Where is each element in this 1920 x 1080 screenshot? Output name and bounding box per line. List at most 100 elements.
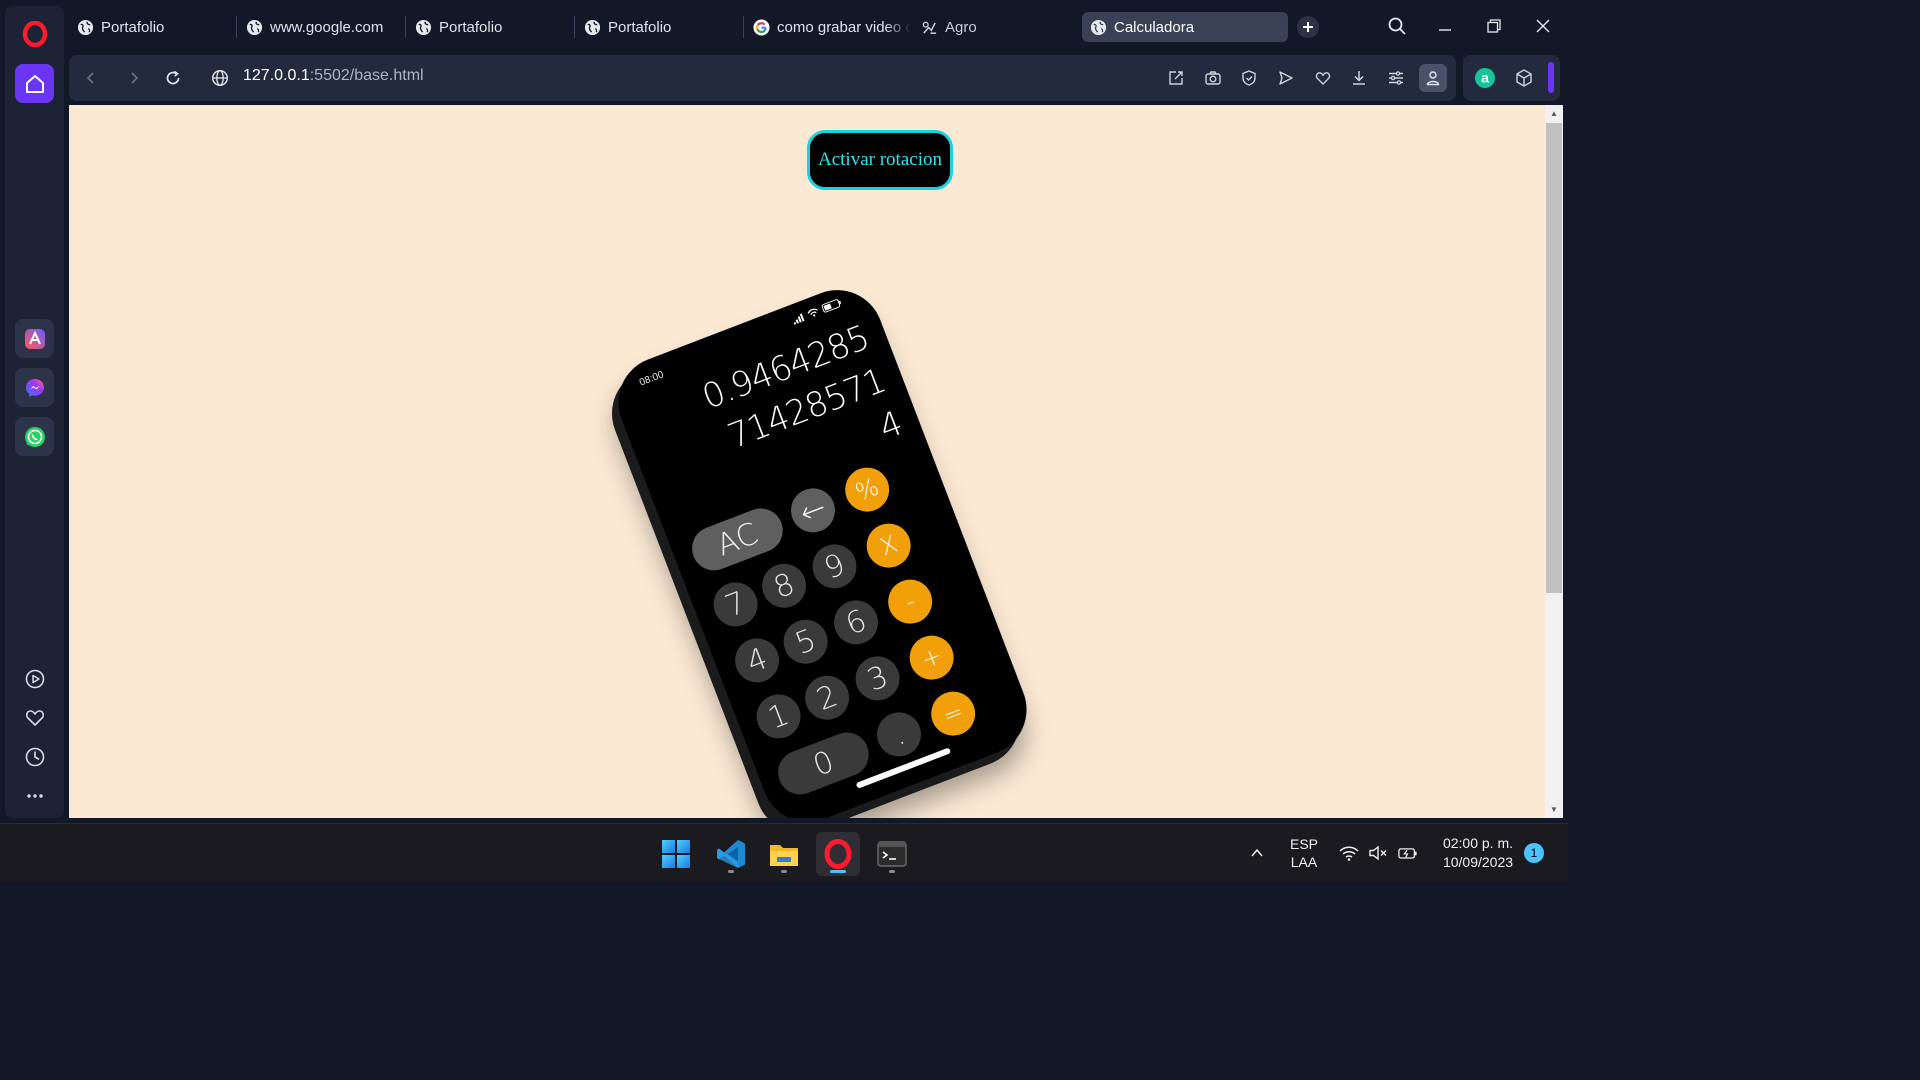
- minimize-icon: [1439, 29, 1451, 31]
- key-2[interactable]: 2: [798, 669, 856, 727]
- language-indicator[interactable]: ESP LAA: [1284, 836, 1324, 870]
- clock[interactable]: 02:00 p. m. 10/09/2023: [1430, 835, 1526, 870]
- tab-separator: [743, 16, 744, 38]
- tab-portafolio-3[interactable]: Portafolio: [576, 12, 742, 42]
- opera-logo-icon[interactable]: [15, 14, 54, 53]
- globe-icon: [415, 19, 432, 35]
- globe-icon: [77, 19, 94, 35]
- extensions-cube-icon[interactable]: [1512, 66, 1536, 90]
- reload-icon[interactable]: [161, 66, 185, 90]
- scroll-down-arrow-icon[interactable]: ▼: [1550, 805, 1558, 814]
- notification-badge[interactable]: 1: [1524, 843, 1544, 863]
- site-info-icon[interactable]: [208, 66, 232, 90]
- tab-label: Portafolio: [101, 18, 165, 36]
- opera-app[interactable]: [816, 832, 860, 876]
- restore-icon: [1487, 19, 1501, 33]
- search-tabs-button[interactable]: [1382, 12, 1412, 40]
- key-0[interactable]: 0: [771, 726, 876, 801]
- key-multiply[interactable]: X: [860, 517, 918, 575]
- terminal-app[interactable]: [870, 832, 914, 876]
- plus-icon: [1303, 22, 1313, 32]
- key-8[interactable]: 8: [755, 557, 813, 615]
- back-icon[interactable]: [79, 66, 103, 90]
- svg-text:a: a: [1481, 70, 1489, 86]
- tab-agro[interactable]: Agro: [913, 12, 1073, 42]
- tab-portafolio-2[interactable]: Portafolio: [407, 12, 573, 42]
- calculator-phone: 08:00 0.9464285 71428571 4 AC ← % 7 8 9 …: [598, 276, 1040, 818]
- profile-icon[interactable]: [1419, 64, 1447, 92]
- aria-extension-icon[interactable]: a: [1473, 66, 1497, 90]
- google-icon: [753, 18, 770, 36]
- key-percent[interactable]: %: [838, 461, 896, 519]
- send-icon[interactable]: [1274, 66, 1298, 90]
- messenger-icon[interactable]: [15, 368, 54, 407]
- tab-video[interactable]: como grabar video c: [745, 12, 911, 42]
- new-tab-button[interactable]: [1297, 16, 1319, 38]
- favorites-heart-icon[interactable]: [1311, 66, 1335, 90]
- folder-icon: [770, 845, 798, 866]
- player-icon[interactable]: [19, 663, 50, 694]
- scrollbar-thumb[interactable]: [1546, 123, 1562, 593]
- home-icon[interactable]: [15, 64, 54, 103]
- whatsapp-icon[interactable]: [15, 417, 54, 456]
- clock-time: 02:00 p. m.: [1442, 835, 1514, 851]
- heart-icon[interactable]: [19, 702, 50, 733]
- opera-sidebar: [5, 6, 64, 818]
- camera-icon[interactable]: [1201, 66, 1225, 90]
- forward-icon[interactable]: [122, 66, 146, 90]
- key-9[interactable]: 9: [806, 537, 863, 595]
- easy-setup-icon[interactable]: [1384, 66, 1408, 90]
- key-plus[interactable]: +: [903, 629, 961, 687]
- sidebar-toggle-accent[interactable]: [1548, 62, 1554, 93]
- history-icon[interactable]: [19, 741, 50, 772]
- url-path: :5502/base.html: [309, 67, 424, 84]
- vscode-app[interactable]: [709, 832, 753, 876]
- keyboard-layout: LAA: [1290, 854, 1318, 870]
- share-icon[interactable]: [1164, 66, 1188, 90]
- tab-label: Agro: [945, 18, 977, 36]
- tab-google[interactable]: www.google.com: [238, 12, 404, 42]
- tab-label: Calculadora: [1114, 18, 1195, 36]
- address-bar-url[interactable]: 127.0.0.1:5502/base.html: [243, 67, 424, 85]
- agro-icon: [922, 21, 937, 34]
- tab-portafolio-1[interactable]: Portafolio: [69, 12, 235, 42]
- wifi-tray-icon[interactable]: [1339, 843, 1359, 863]
- start-button[interactable]: [654, 832, 698, 876]
- key-3[interactable]: 3: [849, 649, 906, 707]
- more-icon[interactable]: [19, 780, 50, 811]
- key-1[interactable]: 1: [750, 687, 807, 745]
- tab-separator: [574, 16, 575, 38]
- vscode-icon: [717, 840, 745, 868]
- status-time: 08:00: [638, 369, 666, 389]
- key-4[interactable]: 4: [728, 631, 786, 689]
- key-5[interactable]: 5: [777, 613, 835, 671]
- key-6[interactable]: 6: [827, 593, 885, 651]
- key-decimal[interactable]: .: [870, 706, 928, 763]
- page-scrollbar[interactable]: ▲ ▼: [1545, 105, 1563, 818]
- battery-tray-icon[interactable]: [1398, 843, 1418, 863]
- close-button[interactable]: [1528, 12, 1558, 40]
- file-explorer-app[interactable]: [762, 832, 806, 876]
- download-icon[interactable]: [1347, 66, 1371, 90]
- phone-screen: 08:00 0.9464285 71428571 4 AC ← % 7 8 9 …: [605, 276, 1040, 818]
- tab-calculadora[interactable]: Calculadora: [1082, 12, 1288, 42]
- terminal-icon: [877, 841, 907, 867]
- key-equals[interactable]: =: [924, 685, 982, 743]
- key-7[interactable]: 7: [707, 575, 764, 633]
- close-icon: [1536, 19, 1550, 33]
- status-icons: [791, 298, 843, 325]
- key-backspace[interactable]: ←: [784, 481, 842, 539]
- volume-muted-icon[interactable]: [1368, 843, 1388, 863]
- aria-icon[interactable]: [15, 319, 54, 358]
- key-minus[interactable]: -: [881, 573, 939, 631]
- chevron-up-icon[interactable]: [1247, 843, 1267, 863]
- signal-icon: [793, 312, 805, 325]
- clock-date: 10/09/2023: [1442, 854, 1514, 870]
- windows-taskbar: ESP LAA 02:00 p. m. 10/09/2023: [0, 823, 1568, 882]
- wifi-icon: [807, 308, 818, 317]
- shield-icon[interactable]: [1237, 66, 1261, 90]
- minimize-button[interactable]: [1430, 12, 1460, 40]
- scroll-up-arrow-icon[interactable]: ▲: [1550, 109, 1558, 118]
- restore-button[interactable]: [1479, 12, 1509, 40]
- globe-icon: [1090, 19, 1107, 35]
